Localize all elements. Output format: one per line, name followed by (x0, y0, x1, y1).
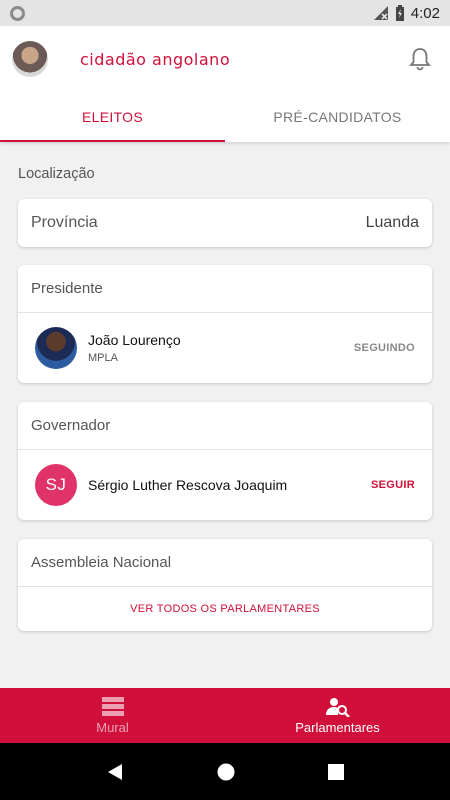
location-label: Localização (18, 166, 95, 182)
view-all-parliamentarians-link[interactable]: VER TODOS OS PARLAMENTARES (18, 587, 432, 631)
tab-eleitos[interactable]: ELEITOS (0, 92, 225, 142)
follow-button[interactable]: SEGUIR (371, 479, 415, 491)
recents-icon[interactable] (327, 763, 344, 780)
bottom-navigation: Mural Parlamentares (0, 688, 450, 743)
user-avatar[interactable] (12, 41, 48, 77)
notifications-button[interactable] (406, 45, 434, 73)
nav-parlamentares[interactable]: Parlamentares (225, 688, 450, 743)
status-indicators: 4:02 (373, 4, 440, 22)
president-photo (35, 327, 77, 369)
province-label: Província (31, 214, 98, 231)
province-value: Luanda (365, 214, 419, 231)
nav-mural-label: Mural (96, 719, 129, 735)
app-bar: cidadão angolano (0, 26, 450, 92)
status-bar: 4:02 (0, 0, 450, 26)
nav-mural[interactable]: Mural (0, 688, 225, 743)
president-card: Presidente João Lourenço MPLA SEGUINDO (18, 265, 432, 383)
president-party: MPLA (88, 352, 118, 364)
tab-bar: ELEITOS PRÉ-CANDIDATOS (0, 92, 450, 142)
assembly-header: Assembleia Nacional (18, 539, 432, 587)
system-navigation-bar (0, 743, 450, 800)
governor-avatar: SJ (35, 464, 77, 506)
governor-info: Sérgio Luther Rescova Joaquim (88, 477, 287, 493)
province-card[interactable]: Província Luanda (18, 199, 432, 247)
president-name: João Lourenço (88, 332, 181, 348)
mural-icon (101, 696, 124, 716)
governor-name: Sérgio Luther Rescova Joaquim (88, 477, 288, 493)
governor-header: Governador (18, 402, 432, 450)
tab-pre-candidatos[interactable]: PRÉ-CANDIDATOS (225, 92, 450, 142)
back-icon[interactable] (106, 763, 124, 781)
clock: 4:02 (410, 4, 440, 22)
president-row[interactable]: João Lourenço MPLA SEGUINDO (18, 313, 432, 383)
no-signal-icon (373, 6, 388, 20)
governor-card: Governador SJ Sérgio Luther Rescova Joaq… (18, 402, 432, 520)
following-button[interactable]: SEGUINDO (354, 342, 415, 354)
home-icon[interactable] (217, 763, 235, 781)
app-logo: cidadão angolano (80, 49, 231, 69)
battery-icon (395, 4, 404, 21)
province-selector[interactable]: Província Luanda (18, 199, 432, 247)
nav-parlamentares-label: Parlamentares (295, 719, 380, 735)
bell-icon (409, 48, 431, 71)
parliamentarians-icon (325, 697, 350, 717)
governor-row[interactable]: SJ Sérgio Luther Rescova Joaquim SEGUIR (18, 450, 432, 520)
president-info: João Lourenço MPLA (88, 332, 181, 364)
notification-dot-icon (10, 5, 25, 21)
assembly-card: Assembleia Nacional VER TODOS OS PARLAME… (18, 539, 432, 631)
president-header: Presidente (18, 265, 432, 313)
